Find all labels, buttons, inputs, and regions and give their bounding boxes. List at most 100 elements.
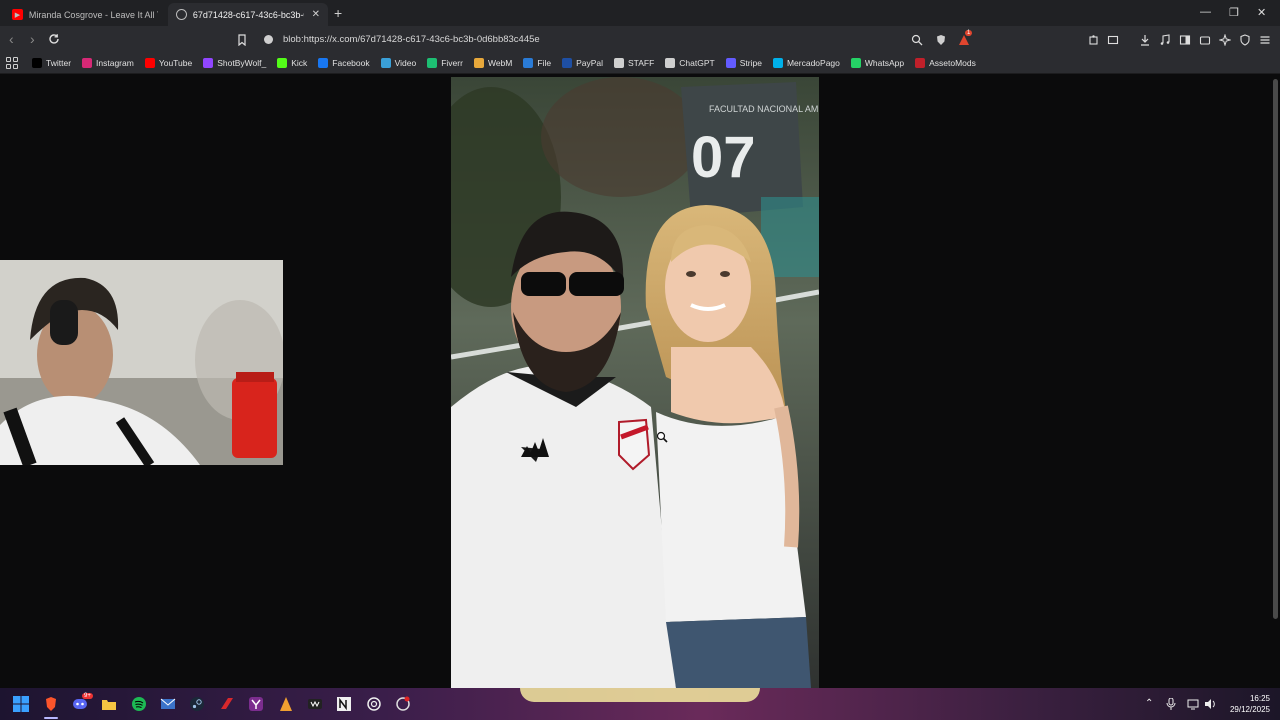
address-bar[interactable]: blob:https://x.com/67d71428-c617-43c6-bc… xyxy=(256,29,976,50)
network-icon[interactable] xyxy=(1187,698,1199,713)
bookmark-twitter[interactable]: Twitter xyxy=(32,58,71,68)
forward-button[interactable]: › xyxy=(30,31,35,47)
bookmark-file[interactable]: File xyxy=(523,58,551,68)
notion-app-icon[interactable] xyxy=(335,695,353,713)
bookmark-label: WebM xyxy=(487,58,513,68)
page-scrollbar[interactable] xyxy=(1271,75,1280,688)
main-photo[interactable]: FACULTAD NACIONAL AMERICA 07 xyxy=(451,77,819,688)
microphone-icon[interactable] xyxy=(1166,697,1176,713)
url-text: blob:https://x.com/67d71428-c617-43c6-bc… xyxy=(283,34,540,45)
bookmark-video[interactable]: Video xyxy=(380,58,416,68)
scrollbar-thumb[interactable] xyxy=(1273,79,1278,619)
recording-app-icon[interactable] xyxy=(394,695,412,713)
bookmark-label: Twitter xyxy=(46,58,72,68)
clock-time: 16:25 xyxy=(1249,694,1270,703)
tab-blob-image[interactable]: 67d71428-c617-43c6-bc3b-0d6b ✕ xyxy=(168,3,328,26)
bookmark-fiverr[interactable]: Fiverr xyxy=(427,58,463,68)
site-info-icon[interactable] xyxy=(264,35,273,44)
clock-date: 29/12/2025 xyxy=(1229,705,1270,714)
whatsapp-icon xyxy=(850,58,861,68)
bookmark-stripe[interactable]: Stripe xyxy=(725,58,762,68)
bookmark-kick[interactable]: Kick xyxy=(277,58,307,68)
bookmark-facebook[interactable]: Facebook xyxy=(318,58,370,68)
sign-number: 07 xyxy=(691,125,756,190)
reload-icon[interactable] xyxy=(48,32,60,44)
bookmark-paypal[interactable]: PayPal xyxy=(562,58,603,68)
bookmark-staff[interactable]: STAFF xyxy=(614,58,654,68)
photo-bottom-glow xyxy=(520,688,760,702)
back-button[interactable]: ‹ xyxy=(9,31,14,47)
chatgpt-taskbar-icon[interactable] xyxy=(365,695,383,713)
webcam-overlay xyxy=(0,260,283,465)
paypal-icon xyxy=(562,58,573,68)
bookmark-label: AssetoMods xyxy=(929,58,976,68)
folder-icon xyxy=(473,58,484,68)
menu-icon[interactable] xyxy=(1259,33,1271,45)
steam-icon[interactable] xyxy=(188,695,206,713)
windows-start-icon[interactable] xyxy=(12,695,30,713)
file-icon xyxy=(523,58,534,68)
new-tab-button[interactable]: + xyxy=(334,5,342,21)
discord-badge: 9+ xyxy=(82,693,93,699)
bookmark-label: Kick xyxy=(291,58,308,68)
bookmark-mercadopago[interactable]: MercadoPago xyxy=(772,58,840,68)
youtube-icon xyxy=(144,58,155,68)
windows-taskbar: 9+ ⌃ 16:25 29/12/2025 xyxy=(0,688,1280,720)
browser-tab-bar: ▶ Miranda Cosgrove - Leave It All To Me … xyxy=(0,0,1280,26)
bookmark-label: STAFF xyxy=(628,58,655,68)
bookmark-chatgpt[interactable]: ChatGPT xyxy=(665,58,715,68)
stripe-icon xyxy=(725,58,736,68)
bookmark-assetomods[interactable]: AssetoMods xyxy=(915,58,976,68)
bookmarks-bar: Twitter Instagram YouTube ShotByWolf_ Kick Fa… xyxy=(0,53,1280,74)
bookmark-label: File xyxy=(537,58,552,68)
bookmark-label: ShotByWolf_ xyxy=(217,58,267,68)
brave-taskbar-icon[interactable] xyxy=(42,695,60,713)
zoom-icon[interactable] xyxy=(911,33,923,46)
racing-game-icon[interactable] xyxy=(218,695,236,713)
bookmark-label: Fiverr xyxy=(441,58,463,68)
bookmark-youtube[interactable]: YouTube xyxy=(144,58,193,68)
leo-ai-icon[interactable] xyxy=(1218,33,1232,47)
yahoo-app-icon[interactable] xyxy=(247,695,265,713)
folder-icon xyxy=(614,58,624,68)
tray-overflow-icon[interactable]: ⌃ xyxy=(1145,698,1153,709)
close-tab-icon[interactable]: ✕ xyxy=(312,9,320,20)
bookmark-whatsapp[interactable]: WhatsApp xyxy=(850,58,905,68)
download-icon[interactable] xyxy=(1139,33,1151,46)
file-explorer-icon[interactable] xyxy=(100,695,118,713)
game-launcher-icon[interactable] xyxy=(306,695,324,713)
wallet-icon[interactable] xyxy=(1199,33,1211,45)
webcam-feed xyxy=(0,260,283,465)
spotify-icon[interactable] xyxy=(130,695,148,713)
apps-grid-icon[interactable] xyxy=(6,57,18,69)
kick-icon xyxy=(277,58,288,68)
archive-app-icon[interactable] xyxy=(277,695,295,713)
bookmark-label: YouTube xyxy=(158,58,193,68)
bookmark-shotbywolf[interactable]: ShotByWolf_ xyxy=(203,58,266,68)
browser-toolbar: ‹ › blob:https://x.com/67d71428-c617-43c… xyxy=(0,26,1280,53)
bookmark-instagram[interactable]: Instagram xyxy=(82,58,134,68)
extensions-icon[interactable] xyxy=(1088,33,1100,45)
brave-shields-icon[interactable] xyxy=(935,33,947,45)
bookmark-label: Facebook xyxy=(332,58,370,68)
volume-icon[interactable] xyxy=(1204,698,1216,713)
maximize-button[interactable]: ❐ xyxy=(1229,6,1239,19)
tab-miranda-cosgrove[interactable]: ▶ Miranda Cosgrove - Leave It All To Me xyxy=(4,3,166,26)
fiverr-icon xyxy=(427,58,438,68)
sidebar-icon[interactable] xyxy=(1179,33,1191,45)
bookmark-label: WhatsApp xyxy=(864,58,905,68)
media-icon[interactable] xyxy=(1159,33,1171,45)
bookmark-label: ChatGPT xyxy=(679,58,715,68)
screenshot-icon[interactable] xyxy=(1107,33,1119,45)
close-window-button[interactable]: ✕ xyxy=(1257,6,1266,19)
mail-app-icon[interactable] xyxy=(159,695,177,713)
bookmark-icon[interactable] xyxy=(236,33,248,47)
globe-icon xyxy=(176,9,187,20)
minimize-button[interactable]: — xyxy=(1200,6,1211,18)
assetomods-icon xyxy=(915,58,926,68)
bookmark-webm[interactable]: WebM xyxy=(473,58,513,68)
system-clock[interactable]: 16:25 29/12/2025 xyxy=(1230,693,1270,715)
vpn-shield-icon[interactable] xyxy=(1239,33,1251,46)
instagram-icon xyxy=(82,58,93,68)
bookmark-label: Stripe xyxy=(739,58,762,68)
